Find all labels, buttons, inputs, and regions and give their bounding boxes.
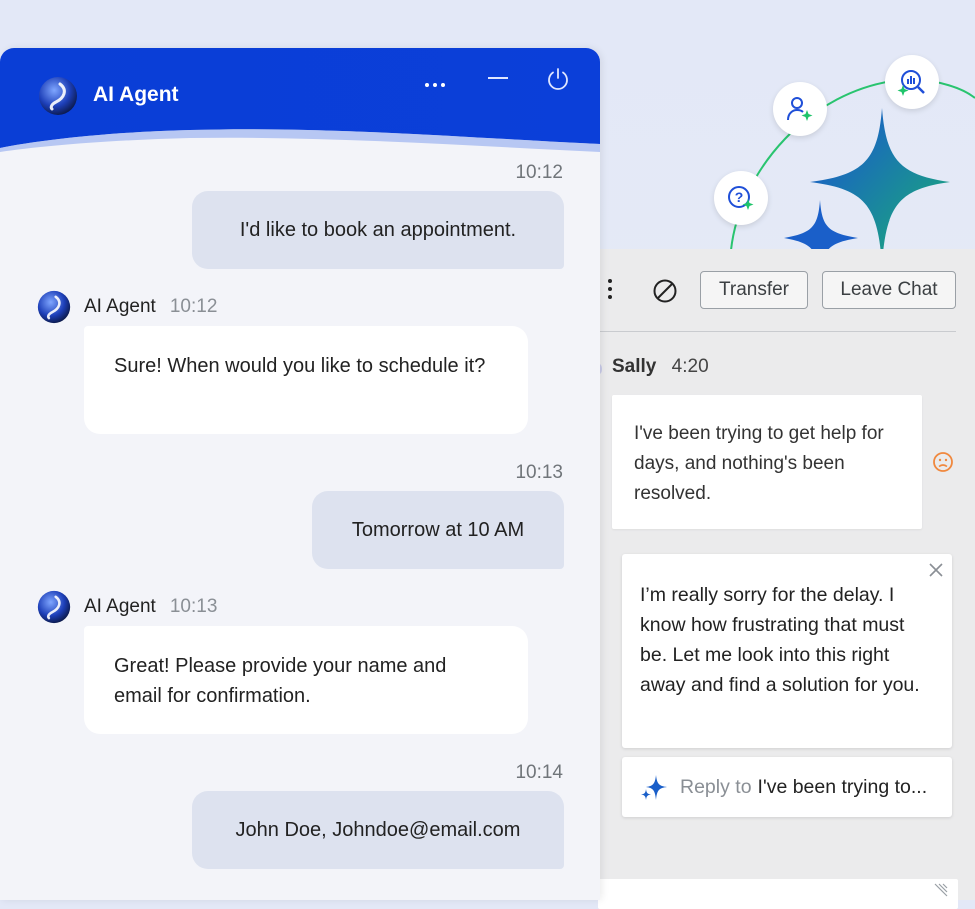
user-sparkle-icon [773,82,827,136]
block-icon[interactable] [652,278,678,304]
ai-suggested-reply-card[interactable]: I’m really sorry for the delay. I know h… [622,554,952,748]
agent-name: AI Agent [84,596,156,617]
console-toolbar: Transfer Leave Chat [598,249,975,333]
customer-message-time: 4:20 [671,356,709,377]
question-sparkle-icon: ? [714,171,768,225]
message-time: 10:13 [515,462,563,483]
suggested-reply-text: I’m really sorry for the delay. I know h… [640,584,920,696]
sparkle-icon [641,775,667,800]
ai-agent-avatar [37,590,71,624]
reply-target: I've been trying to... [757,775,928,798]
customer-message-header: Sally 4:20 [612,356,709,378]
user-message-bubble: Tomorrow at 10 AM [312,491,564,569]
reply-to-bar[interactable]: Reply to I've been trying to... [622,757,952,817]
agent-message-header: AI Agent 10:13 [37,590,217,624]
message-time: 10:13 [169,596,218,617]
message-time: 10:12 [169,296,218,317]
negative-sentiment-icon [933,452,953,472]
transfer-button[interactable]: Transfer [700,271,808,309]
ai-agent-avatar [37,290,71,324]
chat-widget: AI Agent 10:12 I'd like to book an appoi… [0,48,600,900]
header-wave-background [0,48,600,152]
message-time: 10:12 [515,162,563,183]
resize-handle-icon[interactable] [932,883,948,899]
agent-name: AI Agent [84,296,156,317]
ai-agent-avatar [39,77,77,115]
user-message-bubble: John Doe, Johndoe@email.com [192,791,564,869]
customer-name: Sally [612,356,657,377]
power-icon[interactable] [545,66,571,92]
more-icon[interactable] [425,74,449,87]
reply-prefix: Reply to [680,775,752,798]
chat-header: AI Agent [0,48,600,158]
close-icon[interactable] [928,562,944,578]
agent-message-bubble: Sure! When would you like to schedule it… [84,326,528,434]
compose-area[interactable] [598,879,958,909]
agent-message-header: AI Agent 10:12 [37,290,217,324]
user-message-bubble: I'd like to book an appointment. [192,191,564,269]
message-time: 10:14 [515,762,563,783]
svg-text:?: ? [735,189,744,205]
analytics-search-icon [885,55,939,109]
large-sparkle-icon [810,108,950,265]
leave-chat-button[interactable]: Leave Chat [822,271,956,309]
more-options-icon[interactable] [602,277,618,305]
minimize-icon[interactable] [488,77,508,79]
widget-title: AI Agent [93,83,179,106]
customer-message-bubble: I've been trying to get help for days, a… [612,395,922,529]
agent-message-bubble: Great! Please provide your name and emai… [84,626,528,734]
toolbar-divider [598,331,956,332]
agent-console: Transfer Leave Chat Sally 4:20 I've been… [592,249,975,909]
